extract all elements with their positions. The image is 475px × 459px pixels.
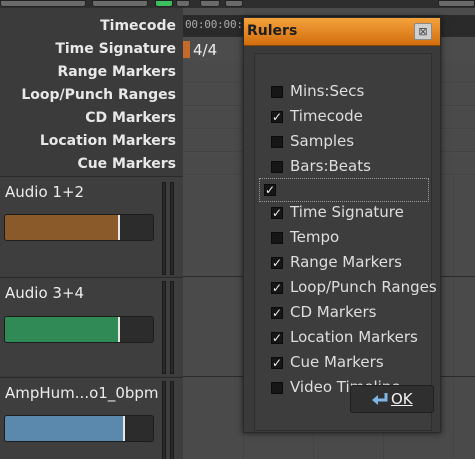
checkbox[interactable]: ✓: [271, 282, 283, 294]
checkbox[interactable]: ✓: [271, 111, 283, 123]
toolbar-button[interactable]: [438, 0, 475, 7]
level-meter: [162, 182, 166, 275]
option-label: Time Signature: [290, 203, 404, 221]
ruler-label-cd-markers[interactable]: CD Markers: [85, 107, 176, 130]
option-label: Bars:Beats: [290, 157, 371, 175]
ruler-label-time-signature[interactable]: Time Signature: [55, 38, 176, 61]
option-tempo[interactable]: Tempo: [261, 226, 431, 250]
checkbox[interactable]: ✓: [264, 184, 276, 196]
gain-fader[interactable]: [4, 214, 154, 241]
time-signature-marker[interactable]: [183, 41, 190, 58]
gain-fader[interactable]: [4, 316, 154, 343]
timecode-value: 00:00:00:: [185, 18, 243, 31]
gain-fader-fill: [5, 317, 121, 342]
option-loop-punch-ranges[interactable]: ✓ Loop/Punch Ranges: [261, 276, 437, 300]
option-cd-markers[interactable]: ✓ CD Markers: [261, 301, 431, 325]
checkbox[interactable]: [271, 136, 283, 148]
toolbar-button[interactable]: [176, 0, 190, 7]
level-meter: [162, 381, 166, 459]
track-header[interactable]: AmpHum...o1_0bpm: [0, 377, 183, 459]
option-label: Timecode: [290, 107, 363, 125]
ok-label: OK: [391, 390, 413, 408]
dialog-title: Rulers: [247, 23, 298, 39]
toolbar-button[interactable]: [225, 0, 243, 7]
option-label: Samples: [290, 132, 355, 150]
level-meter: [170, 381, 174, 459]
gain-fader-fill: [5, 416, 125, 441]
ruler-label-location-markers[interactable]: Location Markers: [40, 130, 176, 153]
checkbox[interactable]: [271, 232, 283, 244]
option-time-signature[interactable]: ✓ Time Signature: [261, 201, 431, 225]
option-cue-markers[interactable]: ✓ Cue Markers: [261, 351, 431, 375]
level-meter: [170, 182, 174, 275]
checkbox[interactable]: ✓: [271, 332, 283, 344]
option-timecode[interactable]: ✓ Timecode: [261, 105, 431, 129]
option-bars-beats[interactable]: Bars:Beats: [261, 155, 431, 179]
checkbox[interactable]: ✓: [271, 307, 283, 319]
checkbox[interactable]: [271, 382, 283, 394]
dialog-titlebar[interactable]: Rulers ⊠: [244, 18, 440, 46]
option-label: Mins:Secs: [290, 82, 365, 100]
gain-fader[interactable]: [4, 415, 154, 442]
ruler-label-range-markers[interactable]: Range Markers: [57, 61, 176, 84]
dialog-body: Mins:Secs ✓ Timecode Samples Bars:Beats …: [254, 53, 437, 431]
toolbar-button-active[interactable]: [155, 0, 173, 7]
track-name[interactable]: Audio 1+2: [5, 183, 84, 201]
close-icon[interactable]: ⊠: [414, 23, 432, 40]
option-label: Location Markers: [290, 328, 418, 346]
time-signature-value: 4/4: [193, 41, 218, 59]
level-meter: [170, 281, 174, 374]
grid-line: [453, 176, 454, 459]
ruler-label-cue-markers[interactable]: Cue Markers: [77, 153, 176, 176]
track-header[interactable]: Audio 3+4: [0, 277, 183, 376]
top-toolbar-strip: [0, 0, 475, 8]
checkbox[interactable]: ✓: [271, 257, 283, 269]
track-name[interactable]: Audio 3+4: [5, 284, 84, 302]
return-arrow-icon: [372, 393, 388, 405]
checkbox[interactable]: ✓: [271, 357, 283, 369]
toolbar-button[interactable]: [200, 0, 220, 7]
option-unlabeled-focused[interactable]: ✓: [259, 178, 429, 202]
ruler-label-timecode[interactable]: Timecode: [100, 15, 176, 38]
checkbox[interactable]: ✓: [271, 207, 283, 219]
option-label: Loop/Punch Ranges: [290, 278, 437, 296]
gain-fader-fill: [5, 215, 121, 240]
ok-button[interactable]: OK: [350, 385, 434, 413]
option-range-markers[interactable]: ✓ Range Markers: [261, 251, 431, 275]
option-label: Cue Markers: [290, 353, 384, 371]
ruler-label-loop-punch-ranges[interactable]: Loop/Punch Ranges: [21, 84, 176, 107]
level-meter: [162, 281, 166, 374]
option-label: Tempo: [290, 228, 340, 246]
ruler-labels-panel: Timecode Time Signature Range Markers Lo…: [0, 8, 183, 176]
toolbar-button[interactable]: [92, 0, 148, 7]
option-label: CD Markers: [290, 303, 377, 321]
option-location-markers[interactable]: ✓ Location Markers: [261, 326, 431, 350]
option-samples[interactable]: Samples: [261, 130, 431, 154]
track-name[interactable]: AmpHum...o1_0bpm: [5, 384, 159, 402]
option-label: Range Markers: [290, 253, 402, 271]
checkbox[interactable]: [271, 161, 283, 173]
option-mins-secs[interactable]: Mins:Secs: [261, 80, 431, 104]
checkbox[interactable]: [271, 86, 283, 98]
track-header[interactable]: Audio 1+2: [0, 176, 183, 276]
toolbar-button[interactable]: [0, 0, 86, 7]
rulers-dialog: Rulers ⊠ Mins:Secs ✓ Timecode Samples Ba…: [243, 17, 441, 433]
